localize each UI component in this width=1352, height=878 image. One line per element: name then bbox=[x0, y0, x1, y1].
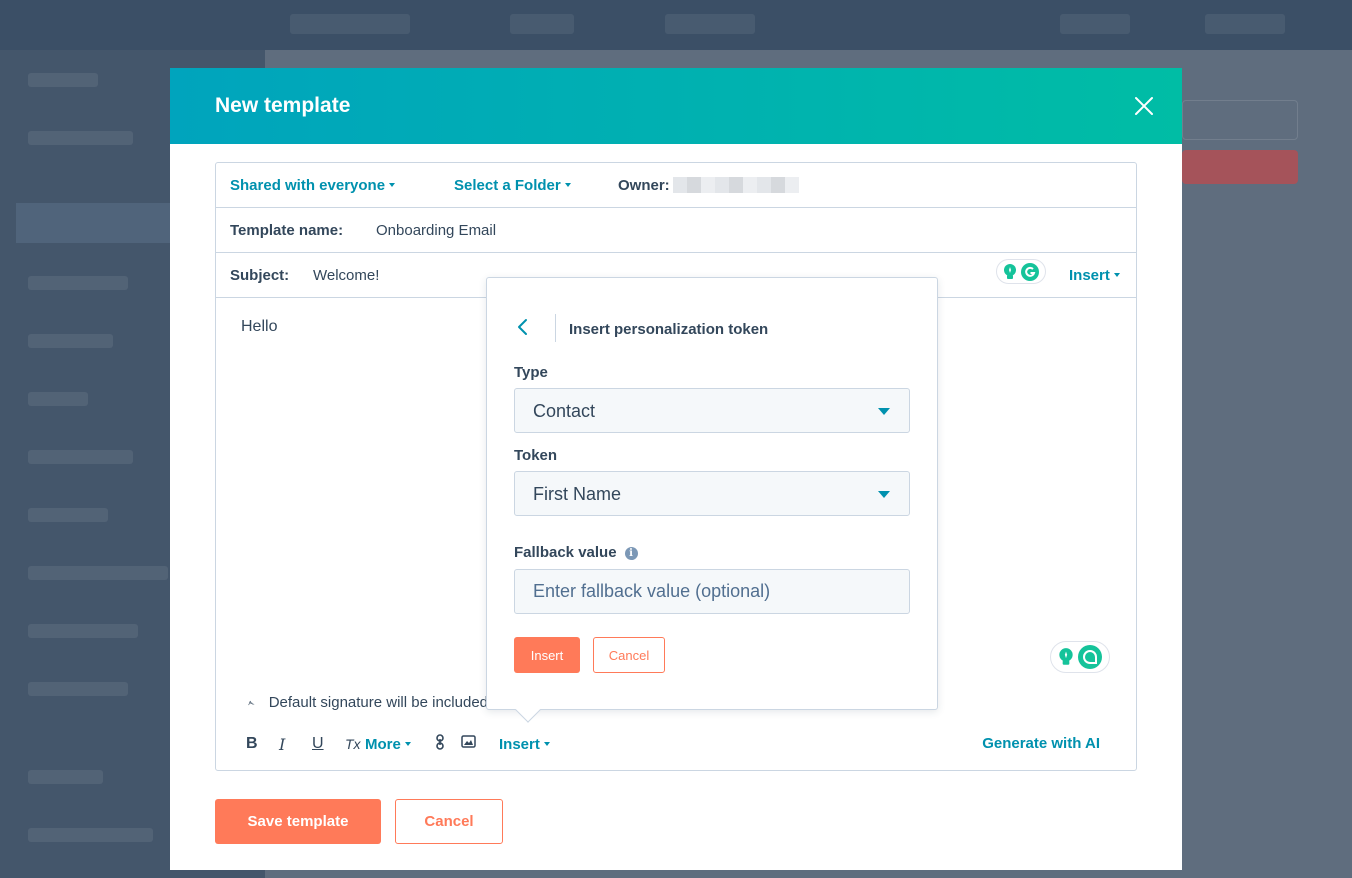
owner-label: Owner: bbox=[618, 177, 670, 194]
modal-title: New template bbox=[215, 94, 351, 117]
editor-toolbar: B I U Tx More Insert bbox=[246, 733, 550, 755]
lightbulb-icon bbox=[1004, 263, 1016, 279]
chevron-down-icon bbox=[389, 183, 396, 188]
background-sidebar-item bbox=[28, 392, 88, 406]
subject-input[interactable]: Welcome! bbox=[313, 267, 379, 284]
type-select-value: Contact bbox=[533, 401, 596, 421]
background-sidebar-item bbox=[28, 450, 133, 464]
toolbar-insert-dropdown[interactable]: Insert bbox=[499, 736, 550, 753]
background-sidebar-item bbox=[28, 682, 128, 696]
signature-text: Default signature will be included bbox=[268, 694, 488, 711]
chevron-down-icon bbox=[1113, 273, 1120, 278]
fallback-label: Fallback value bbox=[514, 544, 617, 561]
background-sidebar-item bbox=[28, 73, 98, 87]
token-select[interactable]: First Name bbox=[514, 471, 910, 516]
template-name-input[interactable]: Onboarding Email bbox=[376, 222, 496, 239]
insert-token-button[interactable]: Insert bbox=[514, 637, 580, 673]
sharing-label: Shared with everyone bbox=[230, 177, 386, 194]
token-select-value: First Name bbox=[533, 484, 622, 504]
subject-label: Subject: bbox=[230, 267, 290, 284]
fallback-label-row: Fallback value i bbox=[514, 544, 638, 561]
chevron-down-icon bbox=[404, 741, 411, 746]
cancel-button[interactable]: Cancel bbox=[395, 799, 503, 844]
folder-label: Select a Folder bbox=[454, 177, 561, 194]
background-sidebar-item bbox=[28, 334, 113, 348]
background-top-nav bbox=[0, 0, 1352, 50]
clear-format-button[interactable]: Tx bbox=[345, 736, 365, 752]
grammarly-badge[interactable] bbox=[996, 259, 1046, 284]
save-template-button[interactable]: Save template bbox=[215, 799, 381, 844]
email-body[interactable]: Hello bbox=[241, 318, 277, 336]
toolbar-insert-label: Insert bbox=[499, 735, 540, 753]
underline-button[interactable]: U bbox=[312, 735, 345, 753]
chevron-down-icon bbox=[543, 741, 550, 746]
background-box bbox=[1182, 100, 1298, 140]
background-nav-pill bbox=[1205, 14, 1285, 34]
background-nav-pill bbox=[1060, 14, 1130, 34]
template-name-label: Template name: bbox=[230, 222, 344, 239]
background-nav-pill bbox=[510, 14, 574, 34]
italic-button[interactable]: I bbox=[279, 735, 312, 754]
background-nav-pill bbox=[290, 14, 410, 34]
background-sidebar-item bbox=[28, 276, 128, 290]
generate-with-ai-button[interactable]: Generate with AI bbox=[982, 735, 1100, 752]
cancel-token-button[interactable]: Cancel bbox=[593, 637, 665, 673]
grammarly-icon bbox=[1078, 645, 1102, 669]
back-chevron-icon[interactable] bbox=[515, 318, 531, 336]
background-sidebar-item bbox=[28, 828, 153, 842]
type-label: Type bbox=[514, 364, 548, 381]
subject-insert-label: Insert bbox=[1069, 267, 1110, 284]
image-icon[interactable] bbox=[461, 735, 499, 753]
link-icon[interactable] bbox=[435, 733, 461, 755]
popover-divider bbox=[555, 314, 556, 342]
personalization-token-popover: Insert personalization token Type Contac… bbox=[486, 277, 938, 723]
caret-down-icon bbox=[878, 491, 890, 498]
lightbulb-icon bbox=[1059, 648, 1073, 665]
more-label: More bbox=[365, 735, 401, 753]
sharing-row: Shared with everyone Select a Folder Own… bbox=[216, 163, 1136, 208]
grammarly-icon bbox=[1021, 262, 1039, 281]
type-select[interactable]: Contact bbox=[514, 388, 910, 433]
background-sidebar-item bbox=[28, 770, 103, 784]
subject-insert-dropdown[interactable]: Insert bbox=[1069, 267, 1120, 284]
signature-notice: Default signature will be included bbox=[248, 694, 488, 711]
background-sidebar-item bbox=[28, 624, 138, 638]
bold-button[interactable]: B bbox=[246, 735, 279, 753]
more-dropdown[interactable]: More bbox=[365, 736, 435, 753]
close-icon[interactable] bbox=[1132, 94, 1156, 118]
folder-dropdown[interactable]: Select a Folder bbox=[454, 177, 571, 194]
info-icon[interactable]: i bbox=[624, 546, 638, 560]
background-sidebar-item bbox=[28, 508, 108, 522]
popover-title: Insert personalization token bbox=[569, 321, 769, 338]
caret-down-icon bbox=[878, 408, 890, 415]
grammarly-body-badge[interactable] bbox=[1050, 641, 1110, 673]
background-nav-pill bbox=[665, 14, 755, 34]
background-sidebar-item bbox=[28, 131, 133, 145]
background-sidebar-item bbox=[28, 566, 168, 580]
signature-icon bbox=[248, 700, 255, 705]
token-label: Token bbox=[514, 447, 558, 464]
template-name-row: Template name: Onboarding Email bbox=[216, 208, 1136, 253]
background-button bbox=[1182, 150, 1298, 184]
chevron-down-icon bbox=[564, 183, 571, 188]
sharing-dropdown[interactable]: Shared with everyone bbox=[230, 177, 396, 194]
modal-header: New template bbox=[170, 68, 1182, 144]
owner-value-redacted bbox=[673, 177, 799, 193]
fallback-value-input[interactable] bbox=[514, 569, 910, 614]
